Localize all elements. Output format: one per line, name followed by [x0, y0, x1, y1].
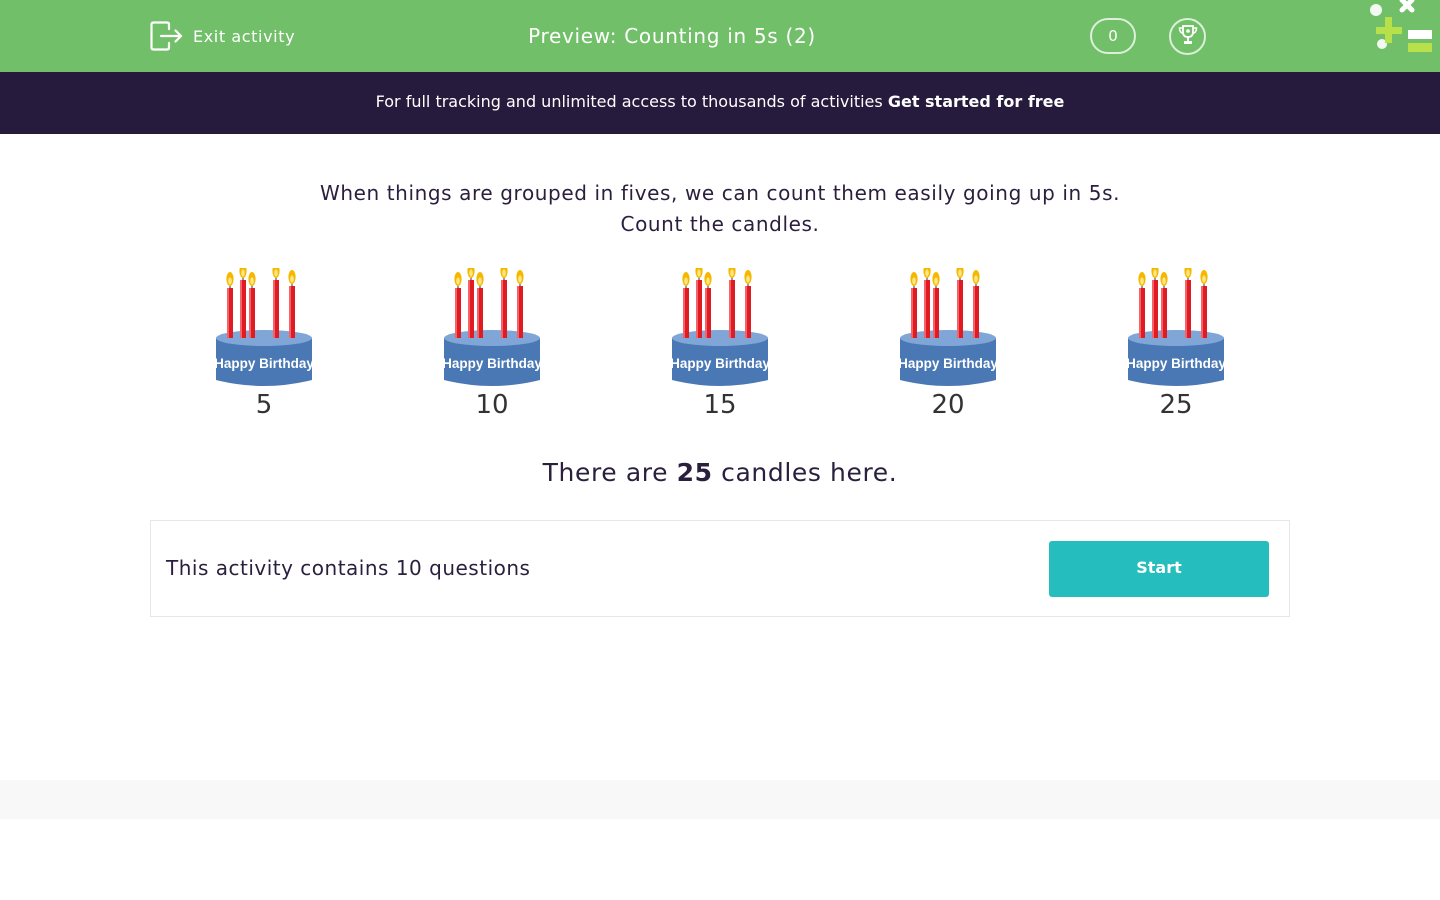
logo-icon [1366, 0, 1440, 60]
candle-icon [1200, 270, 1208, 338]
candle-icon [695, 268, 703, 338]
candle-icon [704, 272, 712, 338]
candle-icon [1184, 268, 1192, 338]
banner-text: For full tracking and unlimited access t… [375, 92, 888, 111]
cake-count-label: 15 [703, 390, 737, 420]
cake-item: Happy Birthday 25 [1116, 268, 1236, 428]
question-count-text: This activity contains 10 questions [166, 556, 531, 580]
page: Exit activity Preview: Counting in 5s (2… [0, 0, 1440, 900]
cake-item: Happy Birthday 20 [888, 268, 1008, 428]
candle-icon [1151, 268, 1159, 338]
candle-icon [1160, 272, 1168, 338]
answer-value: 25 [676, 458, 713, 487]
trophy-button[interactable] [1169, 18, 1206, 55]
birthday-cake-icon: Happy Birthday [1126, 268, 1226, 386]
instruction-line-2: Count the candles. [620, 212, 820, 236]
answer-suffix: candles here. [712, 458, 898, 487]
candle-icon [956, 268, 964, 338]
candle-icon [728, 268, 736, 338]
candle-icon [972, 270, 980, 338]
answer-statement: There are 25 candles here. [0, 458, 1440, 487]
cake-count-label: 10 [475, 390, 509, 420]
cake-label: Happy Birthday [670, 356, 770, 371]
cake-item: Happy Birthday 15 [660, 268, 780, 428]
candle-icon [1138, 272, 1146, 338]
birthday-cake-icon: Happy Birthday [214, 268, 314, 386]
instruction-line-1: When things are grouped in fives, we can… [319, 181, 1121, 205]
candle-icon [467, 268, 475, 338]
page-title: Preview: Counting in 5s (2) [528, 24, 816, 48]
candle-icon [923, 268, 931, 338]
answer-prefix: There are [542, 458, 677, 487]
candle-icon [476, 272, 484, 338]
cake-count-label: 5 [255, 390, 273, 420]
cake-item: Happy Birthday 5 [204, 268, 324, 428]
candle-icon [744, 270, 752, 338]
candle-icon [272, 268, 280, 338]
score-counter: 0 [1090, 18, 1136, 54]
candle-icon [682, 272, 690, 338]
cake-label: Happy Birthday [442, 356, 542, 371]
candle-icon [248, 272, 256, 338]
question-instructions: When things are grouped in fives, we can… [0, 178, 1440, 240]
candle-icon [516, 270, 524, 338]
upgrade-banner: For full tracking and unlimited access t… [0, 72, 1440, 134]
trophy-icon [1176, 23, 1200, 51]
cake-label: Happy Birthday [898, 356, 998, 371]
birthday-cake-icon: Happy Birthday [670, 268, 770, 386]
footer-strip [0, 780, 1440, 819]
birthday-cake-icon: Happy Birthday [898, 268, 998, 386]
candle-icon [500, 268, 508, 338]
candle-icon [226, 272, 234, 338]
activity-info-panel: This activity contains 10 questions Star… [150, 520, 1290, 617]
start-button[interactable]: Start [1049, 541, 1269, 597]
top-bar: Exit activity Preview: Counting in 5s (2… [0, 0, 1440, 72]
candle-icon [288, 270, 296, 338]
cake-item: Happy Birthday 10 [432, 268, 552, 428]
birthday-cake-icon: Happy Birthday [442, 268, 542, 386]
candle-icon [910, 272, 918, 338]
cake-count-label: 20 [931, 390, 965, 420]
candle-icon [454, 272, 462, 338]
candle-icon [239, 268, 247, 338]
cake-label: Happy Birthday [1126, 356, 1226, 371]
candle-icon [932, 272, 940, 338]
cake-label: Happy Birthday [214, 356, 314, 371]
cake-count-label: 25 [1159, 390, 1193, 420]
get-started-link[interactable]: Get started for free [888, 92, 1065, 111]
